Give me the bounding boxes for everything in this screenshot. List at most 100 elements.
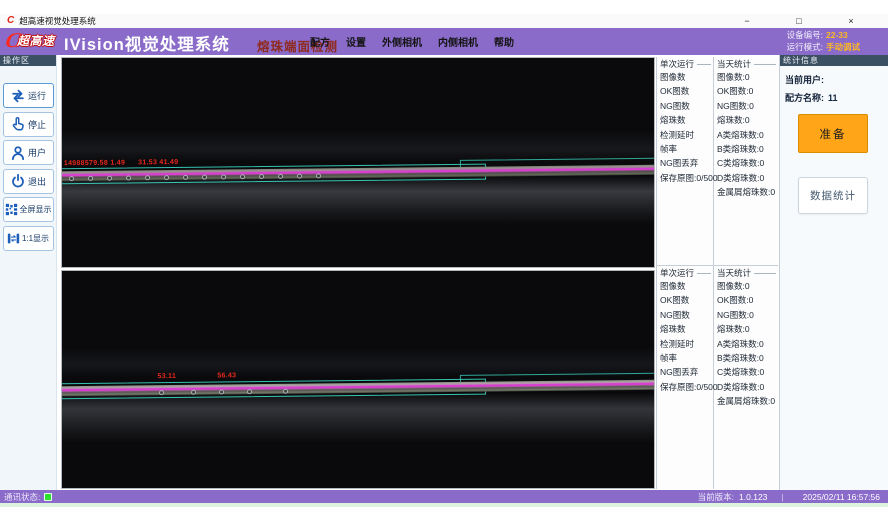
data-statistics-button[interactable]: 数据统计	[798, 177, 868, 214]
menu-item-1[interactable]: 设置	[346, 34, 366, 49]
stat-row: C类熔珠数:0	[717, 156, 778, 170]
today-stats-column: 当天统计图像数:0OK图数:0NG图数:0熔珠数:0A类熔珠数:0B类熔珠数:0…	[714, 266, 778, 489]
user-button-label: 用户	[28, 146, 46, 159]
today-stats-column: 当天统计图像数:0OK图数:0NG图数:0熔珠数:0A类熔珠数:0B类熔珠数:0…	[714, 57, 778, 265]
bead-marker-icon	[107, 176, 112, 181]
fullscreen-button-label: 全屏显示	[20, 204, 52, 215]
status-separator: |	[781, 492, 783, 502]
run-mode-label: 运行模式:	[787, 42, 823, 52]
stat-row: A类熔珠数:0	[717, 337, 778, 351]
menu-item-0[interactable]: 配方	[310, 34, 330, 49]
user-icon	[10, 145, 26, 161]
datetime-value: 2025/02/11 16:57:56	[803, 492, 880, 502]
stat-row: 图像数:0	[717, 70, 778, 84]
prepare-button[interactable]: 准备	[798, 114, 868, 153]
stat-row: 熔珠数:0	[717, 113, 778, 127]
bead-marker-icon	[145, 175, 150, 180]
single-run-column: 单次运行图像数OK图数NG图数熔珠数检测延时帧率NG图丢弃保存原图:0/500	[657, 266, 714, 489]
bead-marker-icon	[316, 173, 321, 178]
stat-row: 金属屑熔珠数:0	[717, 185, 778, 199]
camera2-light-band	[62, 347, 654, 377]
run-cycle-icon	[10, 88, 26, 104]
stats-group-title: 单次运行	[660, 267, 713, 279]
bead-marker-icon	[164, 175, 169, 180]
stop-button[interactable]: 停止	[3, 112, 54, 137]
camera2-detection-overlay: 53.11 56.43	[61, 373, 655, 403]
operation-panel: 操作区 运行 停止	[0, 55, 57, 490]
window-title: 超高速视觉处理系统	[19, 15, 96, 27]
stat-row: 图像数	[660, 279, 713, 293]
bead-marker-icon	[259, 174, 264, 179]
run-button[interactable]: 运行	[3, 83, 54, 108]
menu-item-4[interactable]: 帮助	[494, 34, 514, 49]
bead-marker-icon	[297, 174, 302, 179]
bead-marker-icon	[221, 174, 226, 179]
stat-row: D类熔珠数:0	[717, 380, 778, 394]
maximize-button[interactable]: □	[792, 15, 806, 27]
stats-group-title: 单次运行	[660, 58, 713, 70]
stat-row: B类熔珠数:0	[717, 351, 778, 365]
recipe-name-value: 11	[828, 93, 838, 103]
measurement-annotation: 56.43	[217, 372, 236, 379]
exit-button-label: 退出	[28, 175, 46, 188]
bead-marker-icon	[219, 389, 224, 394]
stat-row: 帧率	[660, 351, 713, 365]
measurement-annotation: 14988579.58 1.4931.53 41.49	[64, 159, 179, 167]
app-window: C 超高速视觉处理系统 − □ × C 超高速 IVision视觉处理系统 熔珠…	[0, 0, 888, 522]
version-value: 1.0.123	[739, 492, 767, 502]
menu-item-3[interactable]: 内侧相机	[438, 34, 478, 49]
stat-row: NG图丢弃	[660, 156, 713, 170]
comm-status-label: 通讯状态:	[4, 491, 40, 503]
logo-brand-text: 超高速	[17, 32, 55, 49]
bead-marker-icon	[278, 174, 283, 179]
bead-marker-icon	[191, 390, 196, 395]
stat-row: 熔珠数	[660, 322, 713, 336]
exit-button[interactable]: 退出	[3, 169, 54, 194]
fullscreen-button[interactable]: 全屏显示	[3, 197, 54, 222]
window-logo-icon: C	[7, 16, 14, 26]
stat-row: 熔珠数:0	[717, 322, 778, 336]
stat-row: 图像数	[660, 70, 713, 84]
stat-row: 检测延时	[660, 128, 713, 142]
current-user-label: 当前用户:	[785, 75, 824, 85]
stat-row: D类熔珠数:0	[717, 171, 778, 185]
stat-row: A类熔珠数:0	[717, 128, 778, 142]
bead-marker-icon	[247, 389, 252, 394]
stat-row: OK图数:0	[717, 84, 778, 98]
minimize-button[interactable]: −	[740, 15, 754, 27]
bead-marker-icon	[240, 174, 245, 179]
stat-row: NG图数:0	[717, 308, 778, 322]
bead-marker-icon	[126, 175, 131, 180]
stat-row: NG图丢弃	[660, 365, 713, 379]
measurement-annotation: 53.11	[157, 373, 176, 380]
one-to-one-button[interactable]: 1:1显示	[3, 226, 54, 251]
bead-marker-icon	[183, 175, 188, 180]
stats-group-title: 当天统计	[717, 267, 778, 279]
statistics-info-panel: 统计信息 当前用户: 配方名称:11 准备 数据统计	[779, 55, 888, 490]
menu: 配方 设置 外侧相机 内侧相机 帮助	[310, 28, 514, 55]
stat-row: NG图数	[660, 308, 713, 322]
stop-button-label: 停止	[28, 118, 46, 131]
stat-row: 检测延时	[660, 337, 713, 351]
device-number-label: 设备编号:	[787, 30, 823, 40]
power-icon	[10, 173, 26, 189]
bead-marker-icon	[159, 390, 164, 395]
menu-item-2[interactable]: 外侧相机	[382, 34, 422, 49]
stat-row: 金属屑熔珠数:0	[717, 394, 778, 408]
stat-row: OK图数	[660, 84, 713, 98]
bead-marker-icon	[88, 176, 93, 181]
camera-view-inner: 53.11 56.43	[61, 270, 655, 489]
window-titlebar: C 超高速视觉处理系统 − □ ×	[0, 14, 888, 28]
stats-group-title: 当天统计	[717, 58, 778, 70]
close-button[interactable]: ×	[844, 15, 858, 27]
comm-status-indicator	[44, 493, 52, 501]
stat-row: OK图数	[660, 293, 713, 307]
stat-row: 保存原图:0/500	[660, 380, 713, 394]
stat-row: NG图数	[660, 99, 713, 113]
user-button[interactable]: 用户	[3, 140, 54, 165]
footer-strip	[0, 503, 888, 507]
recipe-name-label: 配方名称:	[785, 93, 824, 103]
stat-row: 保存原图:0/500	[660, 171, 713, 185]
camera1-detection-overlay: 14988579.58 1.4931.53 41.49	[61, 158, 655, 188]
single-run-column: 单次运行图像数OK图数NG图数熔珠数检测延时帧率NG图丢弃保存原图:0/500	[657, 57, 714, 265]
